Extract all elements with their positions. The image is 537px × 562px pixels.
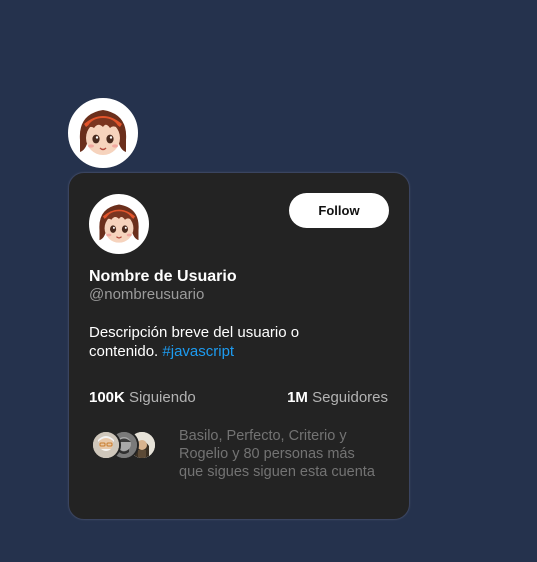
profile-hover-card: Follow Nombre de Usuario @nombreusuario … [68, 172, 410, 520]
profile-bio: Descripción breve del usuario o contenid… [89, 323, 349, 361]
mutual-avatar [91, 430, 121, 460]
following-count: 100K [89, 389, 125, 406]
followers-label: Seguidores [312, 389, 388, 406]
following-label: Siguiendo [129, 389, 196, 406]
hashtag-link[interactable]: #javascript [162, 343, 234, 360]
username-handle[interactable]: @nombreusuario [89, 286, 204, 304]
card-avatar[interactable] [89, 194, 149, 254]
girl-avatar-icon [91, 196, 147, 252]
mutual-followers-avatars[interactable] [91, 430, 171, 464]
mutual-followers-text[interactable]: Basilo, Perfecto, Criterio y Rogelio y 8… [179, 427, 379, 481]
followers-count: 1M [287, 389, 308, 406]
profile-avatar-trigger[interactable] [68, 98, 138, 168]
follow-button[interactable]: Follow [289, 193, 389, 228]
following-stat[interactable]: 100K Siguiendo [89, 389, 196, 407]
person-avatar-icon [93, 432, 119, 458]
girl-avatar-icon [70, 100, 136, 166]
followers-stat[interactable]: 1M Seguidores [287, 389, 388, 407]
display-name[interactable]: Nombre de Usuario [89, 267, 237, 286]
